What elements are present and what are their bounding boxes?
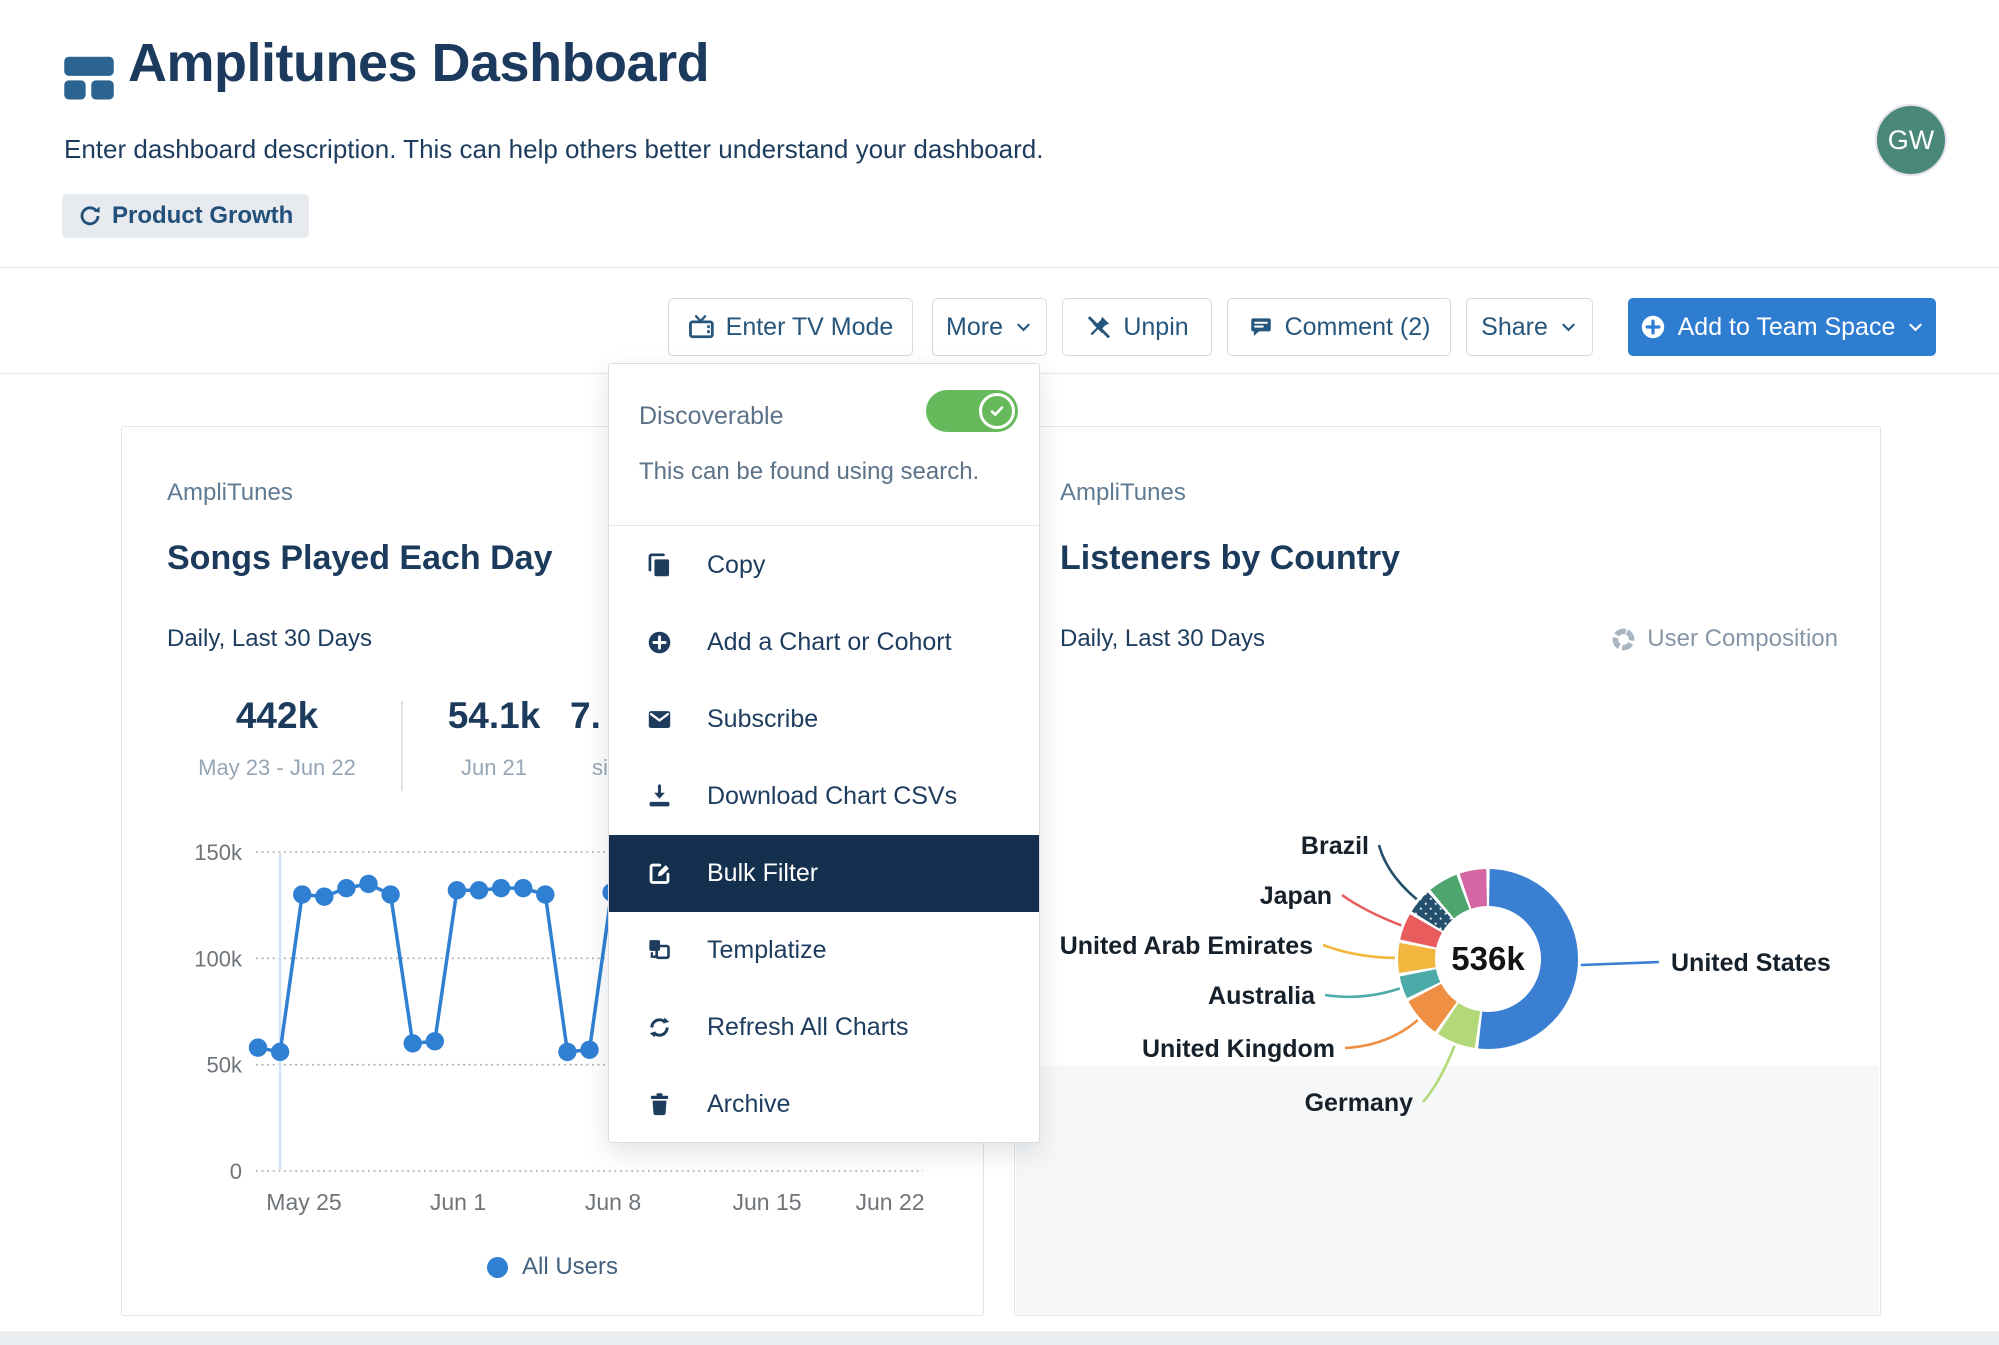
copy-icon (645, 552, 673, 580)
menu-item-subscribe[interactable]: Subscribe (609, 681, 1039, 758)
share-label: Share (1481, 313, 1548, 342)
svg-text:United Kingdom: United Kingdom (1142, 1035, 1335, 1063)
comment-label: Comment (2) (1285, 313, 1431, 342)
svg-text:Jun 15: Jun 15 (732, 1189, 801, 1215)
header-divider (0, 267, 1999, 268)
comment-icon (1248, 314, 1274, 340)
menu-item-label: Bulk Filter (707, 859, 818, 888)
chevron-down-icon (1559, 318, 1578, 337)
legend-all-users[interactable]: All Users (122, 1253, 983, 1281)
discoverable-toggle[interactable] (926, 390, 1018, 432)
tag-label: Product Growth (112, 202, 293, 230)
svg-text:Jun 22: Jun 22 (855, 1189, 924, 1215)
add-to-team-space-label: Add to Team Space (1678, 313, 1896, 342)
share-button[interactable]: Share (1466, 298, 1593, 356)
svg-text:536k: 536k (1451, 940, 1525, 977)
svg-text:Brazil: Brazil (1301, 832, 1369, 860)
card-subtitle: Daily, Last 30 Days (167, 625, 372, 653)
svg-text:0: 0 (230, 1159, 242, 1184)
card-title[interactable]: Listeners by Country (1060, 539, 1400, 578)
enter-tv-mode-label: Enter TV Mode (726, 313, 894, 342)
svg-text:United States: United States (1671, 949, 1831, 977)
svg-text:100k: 100k (194, 946, 243, 971)
trash-icon (645, 1091, 673, 1119)
donut-icon (1610, 626, 1637, 653)
card-source-label: AmpliTunes (1060, 479, 1186, 507)
menu-item-templatize[interactable]: Templatize (609, 912, 1039, 989)
plus-circle-icon (1639, 313, 1667, 341)
svg-text:United Arab Emirates: United Arab Emirates (1060, 932, 1313, 960)
download-icon (645, 783, 673, 811)
menu-item-label: Subscribe (707, 705, 818, 734)
more-label: More (946, 313, 1003, 342)
listeners-donut-chart: United States Germany United Kingdom Austra… (1015, 797, 1880, 1316)
check-icon (987, 401, 1007, 421)
edit-square-icon (645, 860, 673, 888)
tv-icon (688, 314, 715, 341)
menu-item-download-chart-csvs[interactable]: Download Chart CSVs (609, 758, 1039, 835)
menu-item-label: Download Chart CSVs (707, 782, 957, 811)
menu-item-bulk-filter[interactable]: Bulk Filter (609, 835, 1039, 912)
stat-total: 442k May 23 - Jun 22 (177, 695, 377, 781)
menu-item-refresh-all-charts[interactable]: Refresh All Charts (609, 989, 1039, 1066)
dashboard-page: Amplitunes Dashboard Enter dashboard des… (0, 0, 1999, 1345)
menu-item-label: Add a Chart or Cohort (707, 628, 952, 657)
stat-caption: May 23 - Jun 22 (177, 755, 377, 781)
page-title: Amplitunes Dashboard (128, 32, 709, 94)
menu-item-copy[interactable]: Copy (609, 527, 1039, 604)
menu-item-add-chart-or-cohort[interactable]: Add a Chart or Cohort (609, 604, 1039, 681)
more-button[interactable]: More (932, 298, 1047, 356)
envelope-icon (645, 706, 673, 734)
svg-text:Japan: Japan (1260, 882, 1332, 910)
legend-dot-icon (487, 1257, 508, 1278)
page-bottom-strip (0, 1331, 1999, 1345)
menu-item-label: Templatize (707, 936, 827, 965)
toggle-knob (979, 393, 1015, 429)
app-logo-icon (62, 50, 116, 104)
chevron-down-icon (1906, 318, 1925, 337)
sync-icon (78, 204, 102, 228)
legend-label: All Users (522, 1253, 618, 1281)
user-composition-label: User Composition (1647, 625, 1838, 653)
svg-text:50k: 50k (207, 1053, 243, 1078)
dashboard-description[interactable]: Enter dashboard description. This can he… (64, 134, 1043, 165)
svg-text:May 25: May 25 (266, 1189, 341, 1215)
chevron-down-icon (1014, 318, 1033, 337)
discoverable-label: Discoverable (639, 402, 784, 431)
card-source-label: AmpliTunes (167, 479, 293, 507)
tag-product-growth[interactable]: Product Growth (62, 194, 309, 238)
stat-divider (401, 701, 403, 791)
stat-selected-day: 54.1k Jun 21 (414, 695, 574, 781)
more-dropdown-menu: Discoverable This can be found using sea… (608, 363, 1040, 1143)
menu-item-label: Archive (707, 1090, 790, 1119)
add-to-team-space-button[interactable]: Add to Team Space (1628, 298, 1936, 356)
comment-button[interactable]: Comment (2) (1227, 298, 1451, 356)
stat-value: 54.1k (414, 695, 574, 737)
listeners-by-country-card: AmpliTunes Listeners by Country Daily, L… (1014, 426, 1881, 1316)
card-subtitle: Daily, Last 30 Days (1060, 625, 1265, 653)
menu-item-label: Refresh All Charts (707, 1013, 908, 1042)
stat-caption: Jun 21 (414, 755, 574, 781)
stat-value: 442k (177, 695, 377, 737)
unpin-button[interactable]: Unpin (1062, 298, 1212, 356)
discoverable-hint: This can be found using search. (639, 458, 1024, 486)
card-title[interactable]: Songs Played Each Day (167, 539, 553, 578)
svg-text:Australia: Australia (1208, 982, 1316, 1010)
svg-text:150k: 150k (194, 840, 243, 865)
user-composition-control[interactable]: User Composition (1610, 625, 1838, 653)
svg-text:Germany: Germany (1305, 1089, 1413, 1117)
templatize-icon (645, 937, 673, 965)
refresh-icon (645, 1014, 673, 1042)
menu-item-archive[interactable]: Archive (609, 1066, 1039, 1143)
svg-text:Jun 8: Jun 8 (585, 1189, 641, 1215)
unpin-icon (1085, 314, 1112, 341)
plus-circle-icon (645, 629, 673, 657)
enter-tv-mode-button[interactable]: Enter TV Mode (668, 298, 913, 356)
menu-divider (609, 525, 1039, 526)
unpin-label: Unpin (1123, 313, 1188, 342)
avatar[interactable]: GW (1875, 104, 1947, 176)
avatar-initials: GW (1888, 125, 1935, 156)
menu-item-label: Copy (707, 551, 765, 580)
svg-text:Jun 1: Jun 1 (430, 1189, 486, 1215)
